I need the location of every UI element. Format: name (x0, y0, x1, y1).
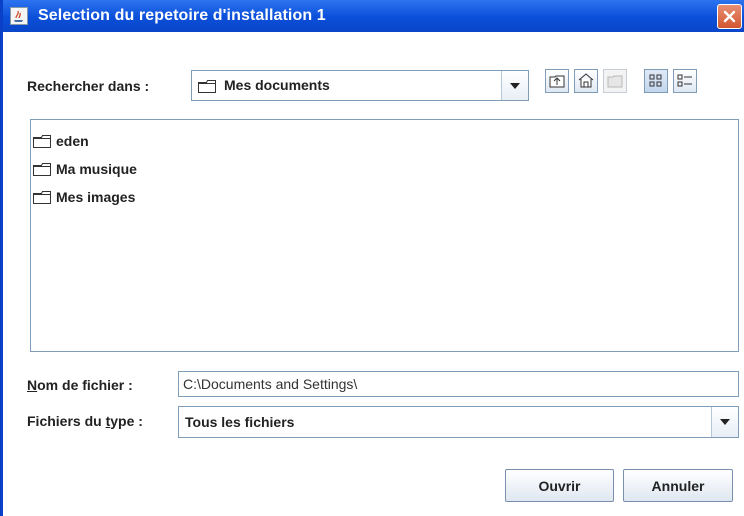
file-type-label-rest: ype : (110, 413, 143, 429)
file-type-label-start: Fichiers du (27, 413, 106, 429)
title-bar[interactable]: Selection du repetoire d'installation 1 (3, 0, 744, 32)
file-type-combo[interactable]: Tous les fichiers (178, 406, 739, 438)
chevron-down-icon (510, 82, 520, 89)
chevron-down-icon (720, 419, 730, 425)
file-type-value: Tous les fichiers (185, 414, 295, 430)
up-one-level-button[interactable] (545, 69, 569, 93)
file-list[interactable]: eden Ma musique Mes images (30, 119, 739, 352)
details-view-icon (677, 74, 692, 87)
folder-up-icon (549, 75, 565, 88)
look-in-dropdown-button[interactable] (501, 71, 528, 100)
file-name-label-rest: om de fichier : (37, 377, 133, 393)
look-in-label: Rechercher dans : (27, 78, 150, 94)
list-item[interactable]: Ma musique (33, 158, 137, 180)
folder-icon (33, 134, 51, 148)
list-item[interactable]: eden (33, 130, 89, 152)
home-button[interactable] (574, 69, 598, 93)
window-title: Selection du repetoire d'installation 1 (38, 7, 326, 24)
file-name-label-mnemonic: N (27, 377, 38, 393)
cancel-button[interactable]: Annuler (623, 469, 733, 502)
file-name: eden (56, 133, 89, 149)
look-in-combo[interactable]: Mes documents (191, 70, 529, 101)
java-icon (10, 7, 28, 25)
dialog-body: Rechercher dans : Mes documents eden Ma … (6, 32, 744, 516)
new-folder-icon (607, 75, 623, 88)
details-view-button[interactable] (673, 69, 697, 93)
file-name-label: Nom de fichier : (27, 377, 133, 393)
file-name: Mes images (56, 189, 136, 205)
close-button[interactable] (717, 4, 742, 29)
look-in-value: Mes documents (224, 77, 330, 93)
file-name: Ma musique (56, 161, 137, 177)
new-folder-button[interactable] (603, 69, 627, 93)
folder-icon (33, 162, 51, 176)
list-view-button[interactable] (644, 69, 668, 93)
open-button[interactable]: Ouvrir (505, 469, 614, 502)
close-icon (723, 10, 736, 23)
list-view-icon (649, 74, 662, 87)
folder-icon (198, 79, 218, 99)
file-type-dropdown-button[interactable] (711, 407, 738, 437)
folder-icon (33, 190, 51, 204)
list-item[interactable]: Mes images (33, 186, 135, 208)
file-name-input[interactable]: C:\Documents and Settings\ (178, 371, 739, 397)
file-type-label: Fichiers du type : (27, 413, 143, 429)
home-icon (578, 73, 594, 88)
file-chooser-dialog: Selection du repetoire d'installation 1 … (0, 0, 744, 516)
